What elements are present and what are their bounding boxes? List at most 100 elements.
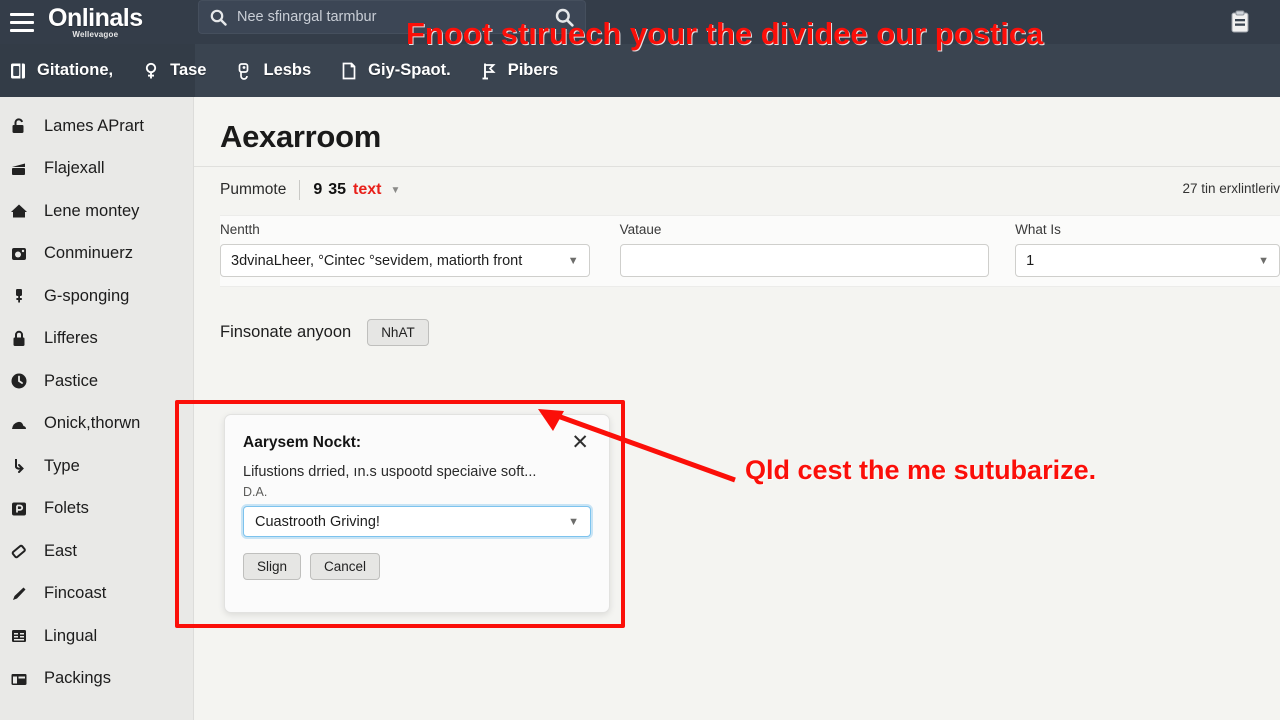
nav-item-label: Gitatione, (37, 61, 114, 79)
sidebar-item-label: Lingual (44, 626, 98, 645)
sidebar-item-label: Flajexall (44, 159, 105, 178)
meta-divider (299, 180, 301, 200)
modal-footer: Slign Cancel (225, 537, 609, 580)
field-label: What Is (1015, 222, 1061, 237)
what-is-select[interactable]: 1 ▼ (1015, 244, 1280, 277)
sidebar-item-label: Lames APrart (44, 116, 144, 135)
brand-name: Onlinals (48, 4, 143, 32)
nav-item-gitatione[interactable]: Gitatione, (0, 44, 127, 97)
lock-icon (8, 328, 30, 350)
sidebar-item-label: Lifferes (44, 329, 98, 348)
nav-item-lesbs[interactable]: Lesbs (220, 44, 325, 97)
sidebar-item-label: Conminuerz (44, 244, 133, 263)
sidebar: Lames APrart Flajexall Lene montey Conmi… (0, 97, 194, 720)
annotation-note: Qld cest the me sutubarize. (745, 455, 1097, 485)
home-icon (8, 200, 30, 222)
sidebar-item-fincoast[interactable]: Fincoast (0, 573, 193, 616)
meta-right-text: 27 tin erxlintleriv (1182, 181, 1280, 196)
search-icon (210, 9, 227, 26)
assign-row: Finsonate anyoon NhAT (220, 319, 1280, 346)
sidebar-item-lames-aprart[interactable]: Lames APrart (0, 105, 193, 148)
close-icon[interactable]: ✕ (569, 432, 591, 453)
sidebar-item-lifferes[interactable]: Lifferes (0, 318, 193, 361)
hamburger-icon[interactable] (0, 0, 44, 44)
cancel-button[interactable]: Cancel (310, 553, 381, 580)
brand-logo[interactable]: Onlinals Wellevagoe (48, 5, 143, 39)
eraser-icon (8, 540, 30, 562)
chevron-down-icon: ▼ (568, 515, 579, 528)
what-is-select-value: 1 (1026, 252, 1035, 269)
document-icon (339, 61, 359, 81)
meta-row: Pummote 9 35 text ▼ 27 tin erxlintleriv (194, 167, 1280, 213)
clapper-icon (8, 158, 30, 180)
sidebar-item-type[interactable]: Type (0, 445, 193, 488)
person-icon (141, 61, 161, 81)
nav-item-tase[interactable]: Tase (127, 44, 220, 97)
field-label: Nentth (220, 222, 260, 237)
sidebar-item-label: Type (44, 456, 80, 475)
sidebar-item-folets[interactable]: Folets (0, 488, 193, 531)
sidebar-item-conminuerz[interactable]: Conminuerz (0, 233, 193, 276)
modal-select[interactable]: Cuastrooth Griving! ▼ (243, 506, 591, 537)
sidebar-item-lingual[interactable]: Lingual (0, 615, 193, 658)
assign-label: Finsonate anyoon (220, 323, 352, 341)
field-what-is: What Is 1 ▼ (1015, 222, 1280, 277)
window-icon (8, 668, 30, 690)
modal-header: Aarysem Nockt: ✕ (225, 415, 609, 453)
sidebar-item-label: Folets (44, 499, 89, 518)
sidebar-item-label: East (44, 541, 78, 560)
nav-item-label: Pibers (507, 61, 559, 79)
table-icon (8, 625, 30, 647)
nentth-select-value: 3dvinaLheer, °Cintec °sevidem, matiorth … (231, 252, 523, 269)
tag-icon (234, 61, 254, 81)
app-root: Onlinals Wellevagoe Nee sfinargal tarmbu… (0, 0, 1280, 720)
chevron-down-icon: ▼ (1258, 254, 1269, 267)
sidebar-item-label: Fincoast (44, 584, 107, 603)
nav-item-label: Lesbs (263, 61, 312, 79)
parking-icon (8, 498, 30, 520)
chevron-down-icon[interactable]: ▼ (391, 185, 401, 196)
nentth-select[interactable]: 3dvinaLheer, °Cintec °sevidem, matiorth … (220, 244, 590, 277)
clipboard-icon[interactable] (1224, 6, 1256, 38)
field-nentth: Nentth 3dvinaLheer, °Cintec °sevidem, ma… (220, 222, 590, 277)
clock-icon (8, 370, 30, 392)
modal-title: Aarysem Nockt: (243, 434, 362, 451)
sidebar-item-label: Onick,thorwn (44, 414, 141, 433)
meta-red-text: text (353, 181, 382, 198)
flag-icon (479, 61, 499, 81)
field-label: Vataue (619, 222, 662, 237)
brand-subtitle: Wellevagoe (72, 30, 119, 39)
confirm-button[interactable]: Slign (243, 553, 302, 580)
chevron-down-icon: ▼ (567, 254, 579, 267)
sidebar-item-label: Pastice (44, 371, 99, 390)
modal-text: Lifustions drried, ın.s uspootd speciaiv… (243, 464, 537, 480)
cloud-icon (8, 413, 30, 435)
sidebar-item-label: G-sponging (44, 286, 130, 305)
sidebar-item-lene-montey[interactable]: Lene montey (0, 190, 193, 233)
page-title: Aexarroom (220, 119, 381, 154)
book-icon (8, 61, 28, 81)
sidebar-item-g-sponging[interactable]: G-sponging (0, 275, 193, 318)
form-strip: Nentth 3dvinaLheer, °Cintec °sevidem, ma… (220, 215, 1280, 287)
modal-select-value: Cuastrooth Griving! (255, 513, 380, 530)
annotation-headline: Fnoot stıruech your the dividee our post… (406, 16, 1044, 51)
lock-open-icon (8, 115, 30, 137)
sidebar-item-label: Packings (44, 669, 111, 688)
sidebar-item-label: Lene montey (44, 201, 140, 220)
field-vataue: Vataue (619, 222, 990, 277)
sidebar-item-onick-thorwn[interactable]: Onick,thorwn (0, 403, 193, 446)
vataue-input[interactable] (619, 244, 990, 277)
sidebar-item-pastice[interactable]: Pastice (0, 360, 193, 403)
pencil-icon (8, 583, 30, 605)
sidebar-item-east[interactable]: East (0, 530, 193, 573)
page-header: Aexarroom (194, 97, 1280, 167)
meta-number-2: 35 (328, 181, 347, 198)
meta-number-1: 9 (313, 181, 323, 198)
modal-body: Lifustions drried, ın.s uspootd speciaiv… (225, 452, 609, 537)
sidebar-item-flajexall[interactable]: Flajexall (0, 148, 193, 191)
sidebar-item-packings[interactable]: Packings (0, 658, 193, 701)
assign-button[interactable]: NhAT (367, 319, 429, 346)
confirmation-modal: Aarysem Nockt: ✕ Lifustions drried, ın.s… (224, 414, 610, 613)
nav-item-label: Giy-Spaot. (368, 61, 451, 79)
modal-subtext: D.A. (243, 485, 268, 499)
